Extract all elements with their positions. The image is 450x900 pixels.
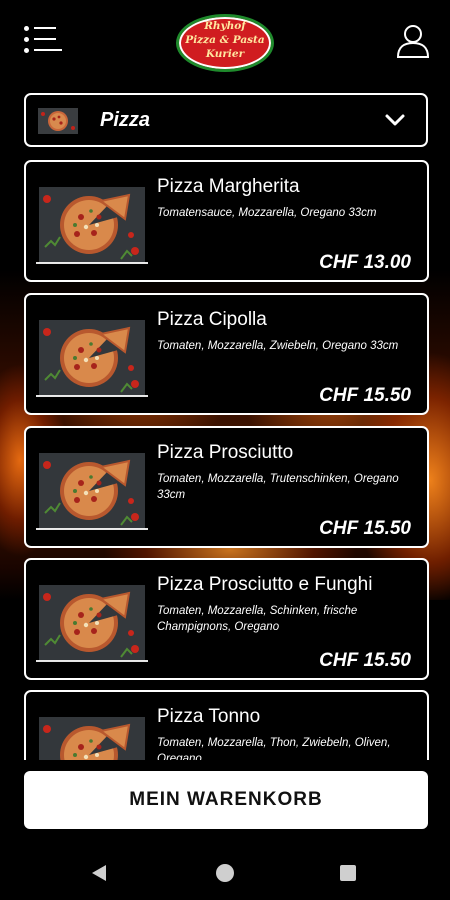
- image-divider: [36, 262, 148, 264]
- brand-logo[interactable]: Rhyhof Pizza & Pasta Kurier: [176, 14, 274, 72]
- back-icon[interactable]: [92, 865, 106, 881]
- product-description: Tomatensauce, Mozzarella, Oregano 33cm: [157, 207, 377, 219]
- product-name: Pizza Margherita: [157, 176, 300, 197]
- product-price: CHF 15.50: [319, 518, 411, 539]
- product-description: Tomaten, Mozzarella, Trutenschinken, Ore…: [157, 473, 399, 501]
- pizza-image: [39, 453, 145, 529]
- category-thumbnail: [38, 108, 78, 134]
- product-price: CHF 13.00: [319, 252, 411, 273]
- pizza-image: [39, 585, 145, 661]
- product-description: Tomaten, Mozzarella, Thon, Zwiebeln, Oli…: [157, 737, 391, 760]
- image-divider: [36, 395, 148, 397]
- logo-line-1: Rhyhof: [204, 20, 246, 32]
- category-dropdown[interactable]: Pizza: [24, 93, 428, 147]
- image-divider: [36, 660, 148, 662]
- product-description: Tomaten, Mozzarella, Schinken, frische C…: [157, 605, 358, 633]
- menu-list-icon[interactable]: [24, 26, 62, 54]
- product-name: Pizza Cipolla: [157, 309, 267, 330]
- product-card[interactable]: Pizza Prosciutto e Funghi Tomaten, Mozza…: [24, 558, 429, 680]
- user-profile-icon[interactable]: [396, 24, 430, 58]
- pizza-image: [39, 187, 145, 263]
- product-card[interactable]: Pizza Prosciutto Tomaten, Mozzarella, Tr…: [24, 426, 429, 548]
- product-card[interactable]: Pizza Tonno Tomaten, Mozzarella, Thon, Z…: [24, 690, 429, 760]
- product-list[interactable]: Pizza Margherita Tomatensauce, Mozzarell…: [24, 160, 429, 760]
- product-name: Pizza Prosciutto: [157, 442, 294, 463]
- cart-button[interactable]: MEIN WARENKORB: [24, 771, 428, 829]
- logo-line-2: Pizza & Pasta: [185, 34, 265, 46]
- logo-line-3: Kurier: [205, 48, 245, 60]
- chevron-down-icon[interactable]: [384, 109, 406, 131]
- category-label: Pizza: [100, 109, 151, 131]
- product-price: CHF 15.50: [319, 650, 411, 671]
- home-icon[interactable]: [216, 864, 234, 882]
- product-price: CHF 15.50: [319, 385, 411, 406]
- product-name: Pizza Prosciutto e Funghi: [157, 574, 373, 595]
- product-name: Pizza Tonno: [157, 706, 261, 727]
- system-navigation-bar: [0, 842, 450, 900]
- image-divider: [36, 528, 148, 530]
- product-card[interactable]: Pizza Margherita Tomatensauce, Mozzarell…: [24, 160, 429, 282]
- product-card[interactable]: Pizza Cipolla Tomaten, Mozzarella, Zwieb…: [24, 293, 429, 415]
- app-header: Rhyhof Pizza & Pasta Kurier: [0, 0, 450, 80]
- pizza-image: [39, 717, 145, 760]
- pizza-image: [39, 320, 145, 396]
- recent-apps-icon[interactable]: [340, 865, 356, 881]
- product-description: Tomaten, Mozzarella, Zwiebeln, Oregano 3…: [157, 340, 399, 352]
